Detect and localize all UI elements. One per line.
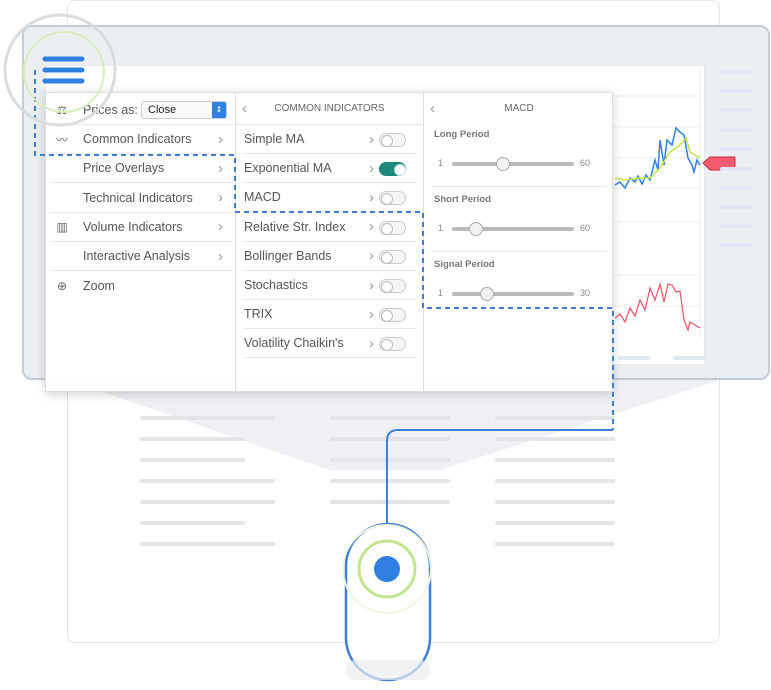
mouse-illustration — [330, 510, 445, 685]
mouse-button-dot — [374, 556, 400, 582]
menu-button[interactable] — [2, 12, 122, 132]
